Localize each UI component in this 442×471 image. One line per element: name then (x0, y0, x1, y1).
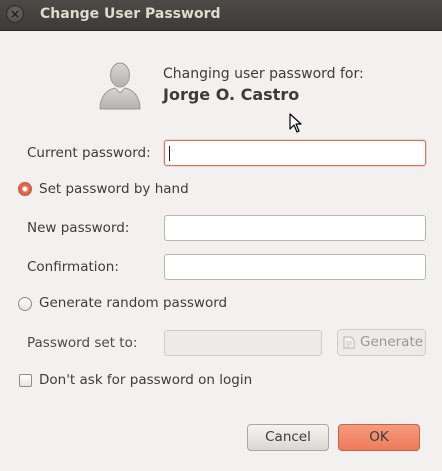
password-set-to-field[interactable] (164, 330, 322, 356)
confirmation-label: Confirmation: (27, 259, 119, 275)
new-password-label: New password: (27, 220, 130, 236)
current-password-label: Current password: (27, 145, 151, 161)
ok-button[interactable]: OK (338, 424, 420, 451)
close-button[interactable]: × (6, 5, 24, 23)
generate-random-label[interactable]: Generate random password (39, 295, 227, 311)
set-by-hand-radio[interactable] (18, 182, 32, 196)
change-password-dialog: × Change User Password Changing user pas… (0, 0, 442, 471)
text-caret (169, 146, 170, 161)
user-name: Jorge O. Castro (163, 85, 300, 104)
confirmation-field[interactable] (164, 254, 426, 280)
dont-ask-label[interactable]: Don't ask for password on login (39, 372, 252, 388)
generate-random-radio[interactable] (18, 297, 32, 311)
cancel-button[interactable]: Cancel (247, 424, 329, 451)
set-by-hand-label[interactable]: Set password by hand (39, 181, 189, 197)
close-icon: × (9, 7, 21, 21)
generate-button[interactable]: Generate (337, 329, 426, 356)
new-password-field[interactable] (164, 215, 426, 241)
password-set-to-label: Password set to: (27, 335, 138, 351)
window-title: Change User Password (40, 6, 221, 22)
title-bar[interactable]: × Change User Password (0, 0, 442, 31)
mouse-cursor-icon (289, 113, 302, 133)
generate-icon (343, 336, 355, 349)
changing-for-label: Changing user password for: (163, 66, 364, 82)
generate-button-label: Generate (360, 334, 424, 350)
current-password-field[interactable] (164, 140, 426, 166)
user-avatar-icon (99, 62, 141, 110)
dont-ask-checkbox[interactable] (19, 374, 32, 387)
